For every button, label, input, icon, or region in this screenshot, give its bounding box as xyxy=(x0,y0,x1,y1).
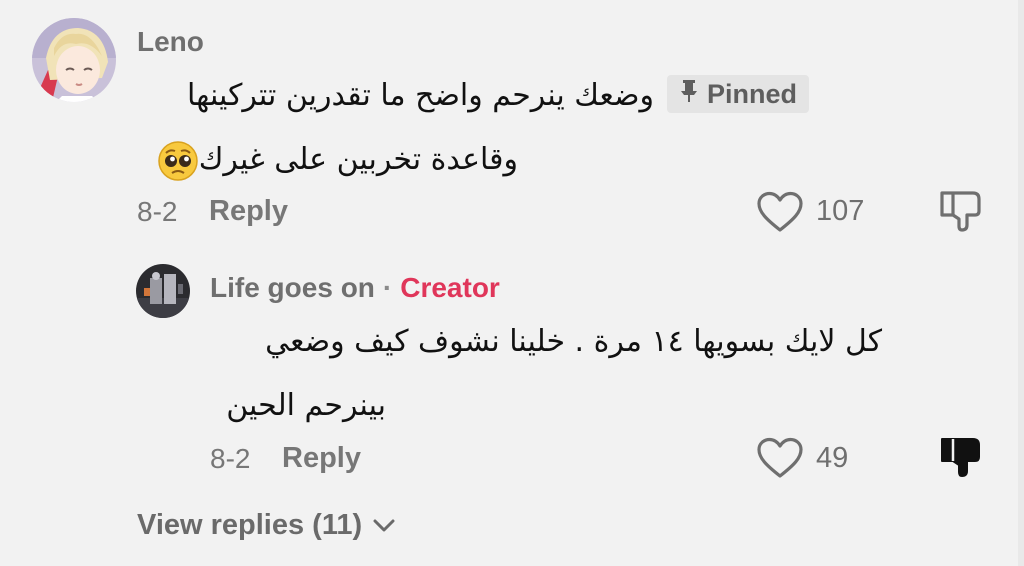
comment-text-line-1: وضعك ينرحم واضح ما تقدرين تتركينها xyxy=(187,78,654,113)
pleading-face-emoji-icon xyxy=(157,140,199,182)
reply-reply-button[interactable]: Reply xyxy=(282,442,361,475)
like-button[interactable] xyxy=(756,191,804,233)
comment-text-line-2: وقاعدة تخربين على غيرك xyxy=(153,130,518,190)
heart-outline-icon xyxy=(757,437,803,478)
thumbs-down-filled-icon xyxy=(941,438,980,477)
reply-button[interactable]: Reply xyxy=(209,195,288,228)
pinned-badge: Pinned xyxy=(667,75,810,113)
avatar-life-goes-on[interactable] xyxy=(136,264,190,318)
reply-date: 8-2 xyxy=(210,443,251,474)
pinned-label: Pinned xyxy=(707,78,798,109)
heart-outline-icon xyxy=(757,191,803,232)
reply-like-button[interactable] xyxy=(756,437,804,479)
comment-date: 8-2 xyxy=(137,196,178,227)
reply-text-line-2: بينرحم الحين xyxy=(226,388,386,423)
reply-like-count: 49 xyxy=(816,442,849,474)
reply-username[interactable]: Life goes on xyxy=(210,272,375,303)
comment-text-line-2-text: وقاعدة تخربين على غيرك xyxy=(198,142,518,177)
dislike-button[interactable] xyxy=(939,189,985,233)
comment-thread: Leno وضعك ينرحم واضح ما تقدرين تتركينها … xyxy=(0,0,1024,566)
avatar-leno[interactable] xyxy=(32,18,116,102)
creator-badge: Creator xyxy=(400,272,500,303)
view-replies-button[interactable]: View replies (11) xyxy=(137,509,396,542)
separator-dot: · xyxy=(382,272,393,303)
like-count: 107 xyxy=(816,195,865,227)
scroll-edge xyxy=(1018,0,1024,566)
reply-dislike-button[interactable] xyxy=(939,435,985,479)
chevron-down-icon xyxy=(373,519,395,531)
thumbs-down-outline-icon xyxy=(940,191,981,232)
comment-username[interactable]: Leno xyxy=(137,26,204,58)
pin-icon xyxy=(679,79,699,110)
reply-header: Life goes on · Creator xyxy=(210,272,500,304)
reply-text-line-1: كل لايك بسويها ١٤ مرة . خلينا نشوف كيف و… xyxy=(265,324,882,359)
view-replies-label: View replies (11) xyxy=(137,509,363,541)
